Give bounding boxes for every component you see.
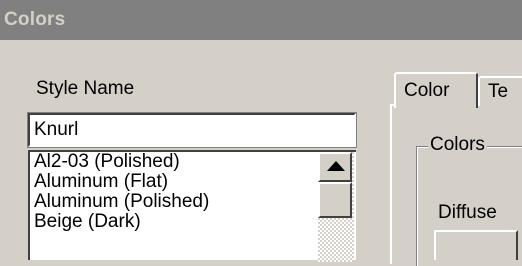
up-arrow-icon [327, 161, 345, 171]
colors-group-legend: Colors [428, 134, 487, 156]
scroll-thumb[interactable] [318, 182, 352, 218]
tab-texture[interactable]: Te [478, 76, 522, 106]
list-item[interactable]: Al2-03 (Polished) [30, 152, 356, 172]
list-item[interactable]: Aluminum (Flat) [30, 172, 356, 192]
list-item[interactable]: Aluminum (Polished) [30, 192, 356, 212]
style-name-input[interactable] [30, 115, 344, 141]
diffuse-label: Diffuse [438, 202, 497, 223]
style-name-label: Style Name [36, 78, 135, 99]
list-item[interactable]: Beige (Dark) [30, 212, 356, 232]
tab-color[interactable]: Color [394, 72, 478, 108]
style-list[interactable]: Al2-03 (Polished) Aluminum (Flat) Alumin… [28, 150, 356, 260]
style-name-field[interactable] [27, 112, 357, 148]
window-title: Colors [4, 9, 66, 30]
style-list-scrollbar[interactable] [318, 152, 354, 262]
diffuse-color-button[interactable] [434, 230, 518, 260]
title-bar[interactable]: Colors [0, 0, 522, 40]
scroll-up-button[interactable] [318, 152, 352, 182]
